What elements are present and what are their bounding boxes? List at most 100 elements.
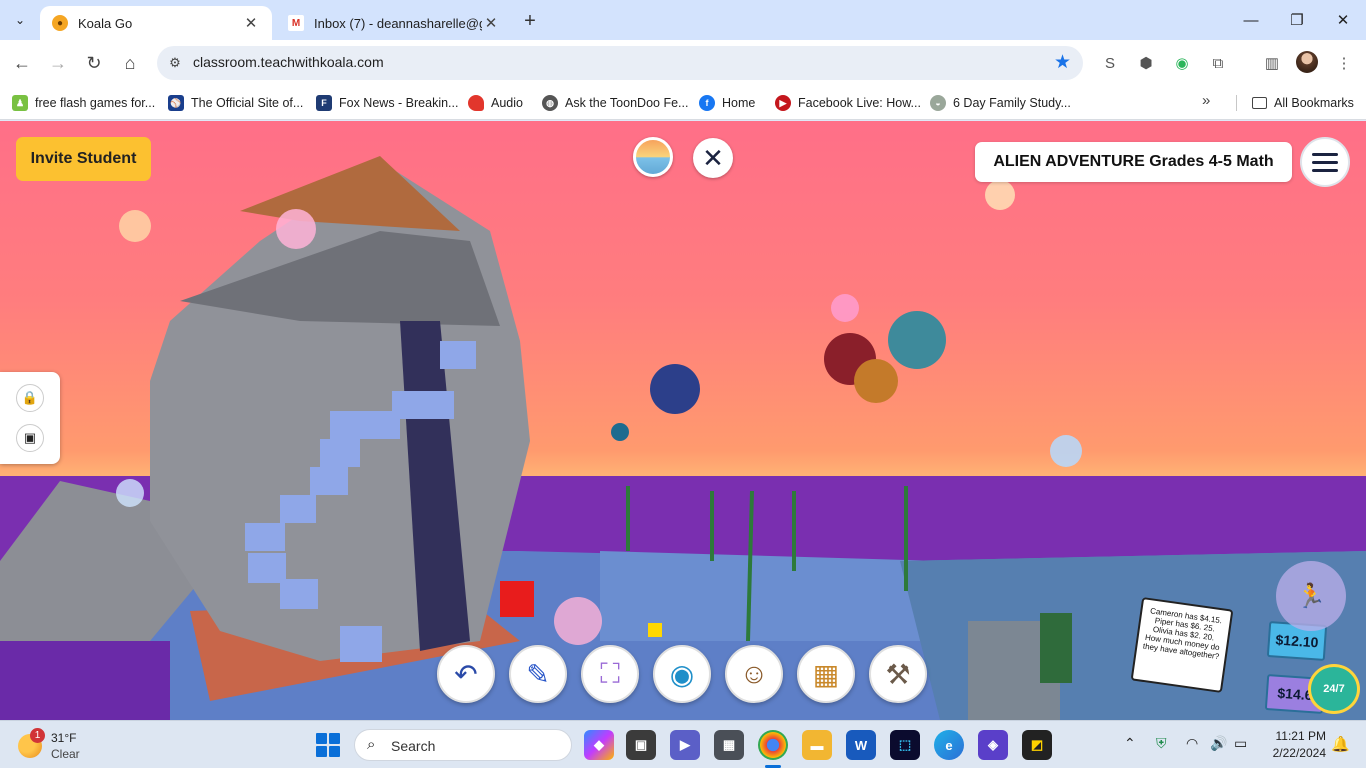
file-explorer-icon[interactable]: ▬ (802, 730, 832, 760)
undo-button[interactable]: ↶ (437, 645, 495, 703)
teacher-button[interactable]: ☺ (725, 645, 783, 703)
windows-logo-pane (329, 746, 340, 757)
site-info-icon[interactable]: ⚙ (165, 53, 185, 73)
close-icon[interactable]: ✕ (482, 14, 500, 32)
bookmark-item[interactable]: f Home (699, 92, 755, 114)
forward-button[interactable]: → (44, 49, 72, 77)
extension-icon[interactable]: ⬢ (1134, 51, 1158, 75)
bookmark-label: Facebook Live: How... (798, 96, 921, 110)
copilot-icon[interactable]: ◆ (584, 730, 614, 760)
stair-step (280, 579, 318, 609)
back-button[interactable]: ← (8, 49, 36, 77)
bookmark-label: free flash games for... (35, 96, 156, 110)
edge-icon[interactable]: e (934, 730, 964, 760)
tab-inbox[interactable]: M Inbox (7) - deannasharelle@gm ✕ (276, 6, 512, 40)
bookmark-star-icon[interactable]: ★ (1054, 51, 1071, 74)
gmail-icon: M (288, 15, 304, 31)
weather-widget[interactable]: 1 31°F Clear (16, 728, 126, 764)
minimize-button[interactable]: — (1228, 0, 1274, 40)
windows-logo-pane (316, 746, 327, 757)
run-character-button[interactable]: 🏃 (1276, 561, 1346, 631)
globe-icon: ◍ (542, 95, 558, 111)
battery-icon[interactable]: ▭ (1234, 735, 1247, 752)
shovel-button[interactable]: ⚒ (869, 645, 927, 703)
close-icon[interactable]: ✕ (693, 138, 733, 178)
teacher-icon: ☺ (739, 658, 769, 689)
wifi-icon[interactable]: ◠ (1186, 735, 1198, 752)
audio-icon (468, 95, 484, 111)
game-viewport[interactable]: Invite Student ✕ ALIEN ADVENTURE Grades … (0, 121, 1366, 720)
volume-icon[interactable]: 🔊 (1210, 735, 1227, 752)
home-button[interactable]: ⌂ (116, 49, 144, 77)
task-view-icon[interactable]: ▣ (626, 730, 656, 760)
sunset-scene-button[interactable] (633, 137, 673, 177)
bookmark-item[interactable]: ⚾ The Official Site of... (168, 92, 303, 114)
invite-student-button[interactable]: Invite Student (16, 137, 151, 181)
bookmark-item[interactable]: F Fox News - Breakin... (316, 92, 458, 114)
lock-icon[interactable]: 🔒 (16, 384, 44, 412)
tab-search-button[interactable]: ⌄ (8, 8, 32, 32)
bookmark-item[interactable]: ◍ Ask the ToonDoo Fe... (542, 92, 688, 114)
security-icon[interactable]: ⛨ (1156, 735, 1167, 752)
blocks-button[interactable]: ▦ (797, 645, 855, 703)
scan-button[interactable]: ⛶ (581, 645, 639, 703)
word-problem-sign: Cameron has $4.15. Piper has $6. 25. Oli… (1130, 597, 1234, 693)
hamburger-menu-button[interactable] (1300, 137, 1350, 187)
more-menu-icon[interactable]: ⋮ (1332, 51, 1356, 75)
bookmark-item[interactable]: ◒ 6 Day Family Study... (930, 92, 1071, 114)
bookmark-item[interactable]: ♟ free flash games for... (12, 92, 155, 114)
mlb-icon: ⚾ (168, 95, 184, 111)
close-icon[interactable]: ✕ (242, 14, 260, 32)
chrome-icon[interactable] (758, 730, 788, 760)
sparkle (831, 294, 859, 322)
sparkle (985, 180, 1015, 210)
pencil-icon: ✎ (526, 658, 550, 690)
browser-toolbar: ← → ↻ ⌂ ⚙ classroom.teachwithkoala.com ★… (0, 40, 1366, 86)
sticky-notes-icon[interactable]: ◩ (1022, 730, 1052, 760)
undo-icon: ↶ (454, 658, 478, 690)
reload-button[interactable]: ↻ (80, 49, 108, 77)
layers-icon[interactable]: ▣ (16, 424, 44, 452)
start-button[interactable] (316, 733, 340, 757)
red-block (500, 581, 534, 617)
address-bar[interactable]: ⚙ classroom.teachwithkoala.com ★ (157, 46, 1083, 80)
weather-temperature: 31°F (51, 731, 77, 745)
tab-koala-go[interactable]: ● Koala Go ✕ (40, 6, 272, 40)
extensions-puzzle-icon[interactable]: ⧉ (1206, 51, 1230, 75)
bookmark-item[interactable]: Audio (468, 92, 523, 114)
notification-bell-icon[interactable]: 🔔 (1331, 735, 1350, 753)
teams-icon[interactable]: ▶ (670, 730, 700, 760)
sparkle (116, 479, 144, 507)
stair-step (320, 439, 360, 467)
word-icon[interactable]: W (846, 730, 876, 760)
window-close-button[interactable]: ✕ (1320, 0, 1366, 40)
bookmark-label: Audio (491, 96, 523, 110)
skype-extension-icon[interactable]: S (1098, 51, 1122, 75)
calculator-icon[interactable]: ▦ (714, 730, 744, 760)
app-icon[interactable]: ◈ (978, 730, 1008, 760)
restore-button[interactable]: ❐ (1274, 0, 1320, 40)
menu-bar (1312, 152, 1338, 156)
pencil-button[interactable]: ✎ (509, 645, 567, 703)
stair-step (440, 341, 476, 369)
grammar-extension-icon[interactable]: ◉ (1170, 51, 1194, 75)
tab-title: Koala Go (78, 15, 133, 31)
bookmark-label: Home (722, 96, 756, 110)
tray-overflow-icon[interactable]: ⌃ (1124, 735, 1136, 752)
clock[interactable]: 11:21 PM 2/22/2024 (1262, 728, 1326, 762)
eye-icon: ◉ (669, 658, 695, 690)
windows-logo-pane (329, 733, 340, 744)
new-tab-button[interactable]: + (518, 9, 542, 33)
koala-icon: ● (52, 15, 68, 31)
bookmark-item[interactable]: ▶ Facebook Live: How... (775, 92, 921, 114)
bookmarks-bar: ♟ free flash games for... ⚾ The Official… (0, 86, 1366, 120)
side-panel-icon[interactable]: ▥ (1260, 51, 1284, 75)
clock-time: 11:21 PM (1275, 729, 1326, 743)
all-bookmarks-button[interactable]: All Bookmarks (1252, 92, 1354, 114)
profile-avatar[interactable] (1296, 51, 1318, 73)
taskbar-search[interactable]: ⌕ Search (354, 729, 572, 761)
view-button[interactable]: ◉ (653, 645, 711, 703)
screen-recorder-icon[interactable]: ⬚ (890, 730, 920, 760)
bookmarks-overflow-icon[interactable]: » (1202, 92, 1210, 109)
koala-support-badge[interactable]: 24/7 (1308, 664, 1360, 714)
